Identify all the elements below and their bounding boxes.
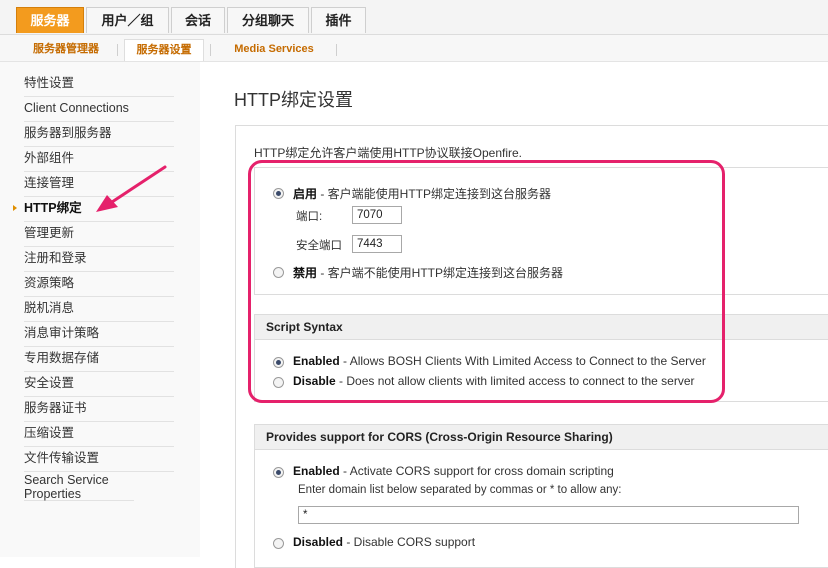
binding-disabled-desc: - 客户端不能使用HTTP绑定连接到这台服务器 bbox=[317, 266, 564, 280]
sidebar-item-label: Client Connections bbox=[24, 101, 129, 115]
subtab-server-settings[interactable]: 服务器设置 bbox=[124, 39, 204, 61]
cors-disabled-desc: - Disable CORS support bbox=[343, 535, 476, 549]
binding-disabled-label: 禁用 bbox=[293, 266, 318, 280]
sidebar-item-private-storage[interactable]: 专用数据存储 bbox=[24, 346, 174, 372]
port-label: 端口: bbox=[296, 211, 323, 223]
sidebar-item-label: 资源策略 bbox=[24, 276, 75, 290]
binding-enabled-option: 启用 - 客户端能使用HTTP绑定连接到这台服务器 bbox=[293, 185, 551, 202]
sidebar-item-server-certificates[interactable]: 服务器证书 bbox=[24, 396, 174, 422]
sidebar-item-client-connections[interactable]: Client Connections bbox=[24, 96, 174, 122]
script-enabled-radio[interactable] bbox=[273, 357, 284, 368]
sidebar-item-compression[interactable]: 压缩设置 bbox=[24, 421, 174, 447]
tab-group-chat[interactable]: 分组聊天 bbox=[227, 7, 309, 33]
annotation-arrow-icon bbox=[96, 165, 167, 212]
sidebar-item-label: 脱机消息 bbox=[24, 301, 75, 315]
tab-server[interactable]: 服务器 bbox=[16, 7, 84, 33]
sidebar-item-label: 安全设置 bbox=[24, 376, 75, 390]
sidebar-item-server-to-server[interactable]: 服务器到服务器 bbox=[24, 121, 174, 147]
sidebar-item-label: 文件传输设置 bbox=[24, 451, 100, 465]
sidebar-item-features[interactable]: 特性设置 bbox=[24, 71, 174, 97]
sidebar-item-label: Search Service Properties bbox=[24, 473, 109, 501]
sidebar-item-registration-login[interactable]: 注册和登录 bbox=[24, 246, 174, 272]
sidebar-item-offline-messages[interactable]: 脱机消息 bbox=[24, 296, 174, 322]
cors-enabled-radio[interactable] bbox=[273, 467, 284, 478]
sidebar-item-label: 特性设置 bbox=[24, 76, 75, 90]
cors-enabled-option: Enabled - Activate CORS support for cros… bbox=[293, 464, 614, 478]
sidebar-item-message-audit[interactable]: 消息审计策略 bbox=[24, 321, 174, 347]
sidebar-item-label: 专用数据存储 bbox=[24, 351, 100, 365]
cors-enabled-desc: - Activate CORS support for cross domain… bbox=[339, 464, 614, 478]
binding-enabled-label: 启用 bbox=[293, 187, 318, 201]
cors-header: Provides support for CORS (Cross-Origin … bbox=[255, 425, 828, 450]
sidebar-item-label: 连接管理 bbox=[24, 176, 75, 190]
script-disabled-radio[interactable] bbox=[273, 377, 284, 388]
page-description: HTTP绑定允许客户端使用HTTP协议联接Openfire. bbox=[254, 146, 523, 160]
sidebar-item-resource-policy[interactable]: 资源策略 bbox=[24, 271, 174, 297]
subnav-divider bbox=[210, 44, 211, 56]
script-enabled-label: Enabled bbox=[293, 354, 340, 368]
sidebar-item-label: 注册和登录 bbox=[24, 251, 87, 265]
tab-plugins[interactable]: 插件 bbox=[311, 7, 366, 33]
sidebar-item-label: 管理更新 bbox=[24, 226, 75, 240]
script-disabled-option: Disable - Does not allow clients with li… bbox=[293, 374, 695, 388]
cors-enabled-label: Enabled bbox=[293, 464, 340, 478]
cors-disabled-option: Disabled - Disable CORS support bbox=[293, 535, 475, 549]
binding-enabled-desc: - 客户端能使用HTTP绑定连接到这台服务器 bbox=[317, 187, 552, 201]
cors-domain-hint: Enter domain list below separated by com… bbox=[298, 484, 622, 496]
cors-domain-input[interactable] bbox=[298, 506, 799, 524]
subtab-server-manager[interactable]: 服务器管理器 bbox=[22, 39, 110, 61]
sidebar-item-manage-updates[interactable]: 管理更新 bbox=[24, 221, 174, 247]
page-title: HTTP绑定设置 bbox=[234, 90, 353, 110]
binding-disabled-radio[interactable] bbox=[273, 267, 284, 278]
script-enabled-desc: - Allows BOSH Clients With Limited Acces… bbox=[339, 354, 706, 368]
sidebar: 特性设置 Client Connections 服务器到服务器 外部组件 连接管… bbox=[0, 62, 200, 557]
sidebar-item-file-transfer[interactable]: 文件传输设置 bbox=[24, 446, 174, 472]
top-nav: 服务器 用户／组 会话 分组聊天 插件 bbox=[0, 0, 828, 35]
script-disabled-label: Disable bbox=[293, 374, 336, 388]
sidebar-item-label: HTTP绑定 bbox=[24, 201, 82, 215]
sidebar-item-label: 压缩设置 bbox=[24, 426, 75, 440]
subnav-divider bbox=[336, 44, 337, 56]
secure-port-input[interactable] bbox=[352, 235, 402, 253]
tab-sessions[interactable]: 会话 bbox=[171, 7, 225, 33]
script-enabled-option: Enabled - Allows BOSH Clients With Limit… bbox=[293, 354, 706, 368]
subtab-media-services[interactable]: Media Services bbox=[218, 39, 330, 61]
sidebar-item-label: 消息审计策略 bbox=[24, 326, 100, 340]
sidebar-item-security-settings[interactable]: 安全设置 bbox=[24, 371, 174, 397]
sub-nav: 服务器管理器 服务器设置 Media Services bbox=[0, 35, 828, 62]
sidebar-item-label: 服务器到服务器 bbox=[24, 126, 112, 140]
cors-disabled-label: Disabled bbox=[293, 535, 344, 549]
binding-disabled-option: 禁用 - 客户端不能使用HTTP绑定连接到这台服务器 bbox=[293, 264, 563, 281]
active-bullet-icon bbox=[13, 205, 17, 211]
script-syntax-header: Script Syntax bbox=[255, 315, 828, 340]
sidebar-item-search-service[interactable]: Search Service Properties bbox=[24, 471, 134, 501]
subnav-divider bbox=[117, 44, 118, 56]
binding-enabled-radio[interactable] bbox=[273, 188, 284, 199]
secure-port-label: 安全端口 bbox=[296, 240, 342, 252]
cors-disabled-radio[interactable] bbox=[273, 538, 284, 549]
tab-users-groups[interactable]: 用户／组 bbox=[86, 7, 169, 33]
sidebar-item-label: 服务器证书 bbox=[24, 401, 87, 415]
script-disabled-desc: - Does not allow clients with limited ac… bbox=[335, 374, 695, 388]
sidebar-item-label: 外部组件 bbox=[24, 151, 75, 165]
port-input[interactable] bbox=[352, 206, 402, 224]
